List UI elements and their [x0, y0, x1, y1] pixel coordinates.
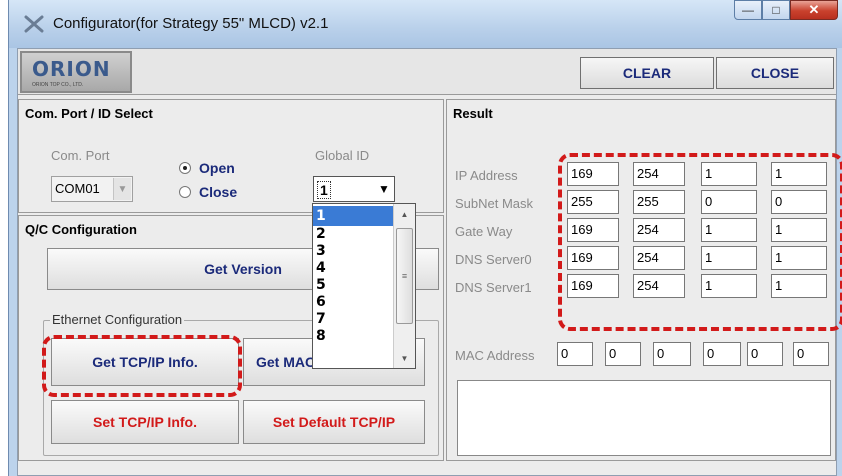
- gateway-label: Gate Way: [455, 224, 513, 239]
- mac-octet-4[interactable]: 0: [703, 342, 741, 366]
- global-id-label: Global ID: [315, 148, 370, 163]
- gateway-octet-2[interactable]: 254: [633, 218, 685, 242]
- global-id-value: 1: [317, 181, 331, 199]
- subnet-octet-3[interactable]: 0: [701, 190, 757, 214]
- dns0-octet-3[interactable]: 1: [701, 246, 757, 270]
- maximize-button[interactable]: □: [762, 0, 790, 20]
- window-close-button[interactable]: ✕: [790, 0, 838, 20]
- title-bar: Configurator(for Strategy 55" MLCD) v2.1…: [9, 0, 842, 48]
- dns-server1-label: DNS Server1: [455, 280, 532, 295]
- client-area: ORION ORION TOP CO., LTD. CLEAR CLOSE Co…: [17, 48, 842, 476]
- logo-subtext: ORION TOP CO., LTD.: [32, 82, 84, 88]
- dns1-octet-3[interactable]: 1: [701, 274, 757, 298]
- close-radio[interactable]: Close: [179, 184, 237, 200]
- dns0-octet-2[interactable]: 254: [633, 246, 685, 270]
- set-tcpip-button[interactable]: Set TCP/IP Info.: [51, 400, 239, 444]
- com-port-label: Com. Port: [51, 148, 110, 163]
- close-icon: ✕: [808, 2, 820, 17]
- app-window: Configurator(for Strategy 55" MLCD) v2.1…: [8, 0, 842, 476]
- com-port-title: Com. Port / ID Select: [25, 106, 153, 121]
- result-panel: Result IP Address 169 254 1 1 SubNet Mas…: [446, 99, 836, 461]
- com-port-value: COM01: [55, 181, 100, 196]
- mac-octet-5[interactable]: 0: [747, 342, 783, 366]
- global-id-select[interactable]: 1 ▼: [313, 176, 395, 202]
- logo-text: ORION: [32, 57, 111, 81]
- ethernet-group-label: Ethernet Configuration: [50, 312, 185, 327]
- scroll-down-icon[interactable]: ▼: [394, 350, 415, 366]
- ip-octet-3[interactable]: 1: [701, 162, 757, 186]
- gateway-octet-4[interactable]: 1: [771, 218, 827, 242]
- radio-selected-icon: [179, 162, 191, 174]
- dns1-octet-2[interactable]: 254: [633, 274, 685, 298]
- dns0-octet-1[interactable]: 169: [567, 246, 619, 270]
- close-button[interactable]: CLOSE: [716, 57, 834, 89]
- open-radio[interactable]: Open: [179, 160, 235, 176]
- dns1-octet-1[interactable]: 169: [567, 274, 619, 298]
- result-title: Result: [453, 106, 493, 121]
- qc-title: Q/C Configuration: [25, 222, 137, 237]
- subnet-octet-4[interactable]: 0: [771, 190, 827, 214]
- maximize-icon: □: [772, 3, 780, 17]
- set-default-tcpip-button[interactable]: Set Default TCP/IP: [243, 400, 425, 444]
- chevron-down-icon: ▼: [113, 178, 131, 200]
- ip-octet-1[interactable]: 169: [567, 162, 619, 186]
- grip-icon: ≡: [401, 271, 408, 281]
- subnet-mask-label: SubNet Mask: [455, 196, 534, 211]
- scroll-thumb[interactable]: ≡: [396, 228, 413, 324]
- scroll-up-icon[interactable]: ▲: [394, 206, 415, 222]
- mac-octet-2[interactable]: 0: [605, 342, 641, 366]
- chevron-down-icon: ▼: [375, 178, 393, 200]
- minimize-icon: —: [742, 3, 754, 17]
- dns0-octet-4[interactable]: 1: [771, 246, 827, 270]
- caption-buttons: — □ ✕: [734, 0, 838, 26]
- result-log-textarea[interactable]: [457, 380, 831, 456]
- ip-octet-2[interactable]: 254: [633, 162, 685, 186]
- get-tcpip-button[interactable]: Get TCP/IP Info.: [51, 338, 239, 386]
- mac-octet-6[interactable]: 0: [793, 342, 829, 366]
- dns1-octet-4[interactable]: 1: [771, 274, 827, 298]
- mac-octet-3[interactable]: 0: [653, 342, 691, 366]
- radio-unselected-icon: [179, 186, 191, 198]
- com-port-panel: Com. Port / ID Select Com. Port COM01 ▼ …: [18, 99, 444, 213]
- gateway-octet-3[interactable]: 1: [701, 218, 757, 242]
- global-id-dropdown-list[interactable]: 1 2 3 4 5 6 7 8 ▲ ≡ ▼: [312, 203, 416, 369]
- ip-octet-4[interactable]: 1: [771, 162, 827, 186]
- gateway-octet-1[interactable]: 169: [567, 218, 619, 242]
- minimize-button[interactable]: —: [734, 0, 762, 20]
- window-title: Configurator(for Strategy 55" MLCD) v2.1: [53, 15, 329, 32]
- subnet-octet-1[interactable]: 255: [567, 190, 619, 214]
- com-port-select[interactable]: COM01 ▼: [51, 176, 133, 202]
- top-toolbar: ORION ORION TOP CO., LTD. CLEAR CLOSE: [18, 49, 836, 95]
- open-radio-label: Open: [199, 160, 235, 176]
- app-icon: [24, 15, 44, 33]
- dns-server0-label: DNS Server0: [455, 252, 532, 267]
- dropdown-scrollbar[interactable]: ▲ ≡ ▼: [393, 204, 415, 368]
- close-radio-label: Close: [199, 184, 238, 200]
- mac-address-label: MAC Address: [455, 348, 535, 363]
- mac-octet-1[interactable]: 0: [557, 342, 593, 366]
- subnet-octet-2[interactable]: 255: [633, 190, 685, 214]
- dropdown-option[interactable]: 1: [313, 206, 393, 226]
- ip-address-label: IP Address: [455, 168, 518, 183]
- clear-button[interactable]: CLEAR: [580, 57, 714, 89]
- orion-logo: ORION ORION TOP CO., LTD.: [20, 51, 132, 93]
